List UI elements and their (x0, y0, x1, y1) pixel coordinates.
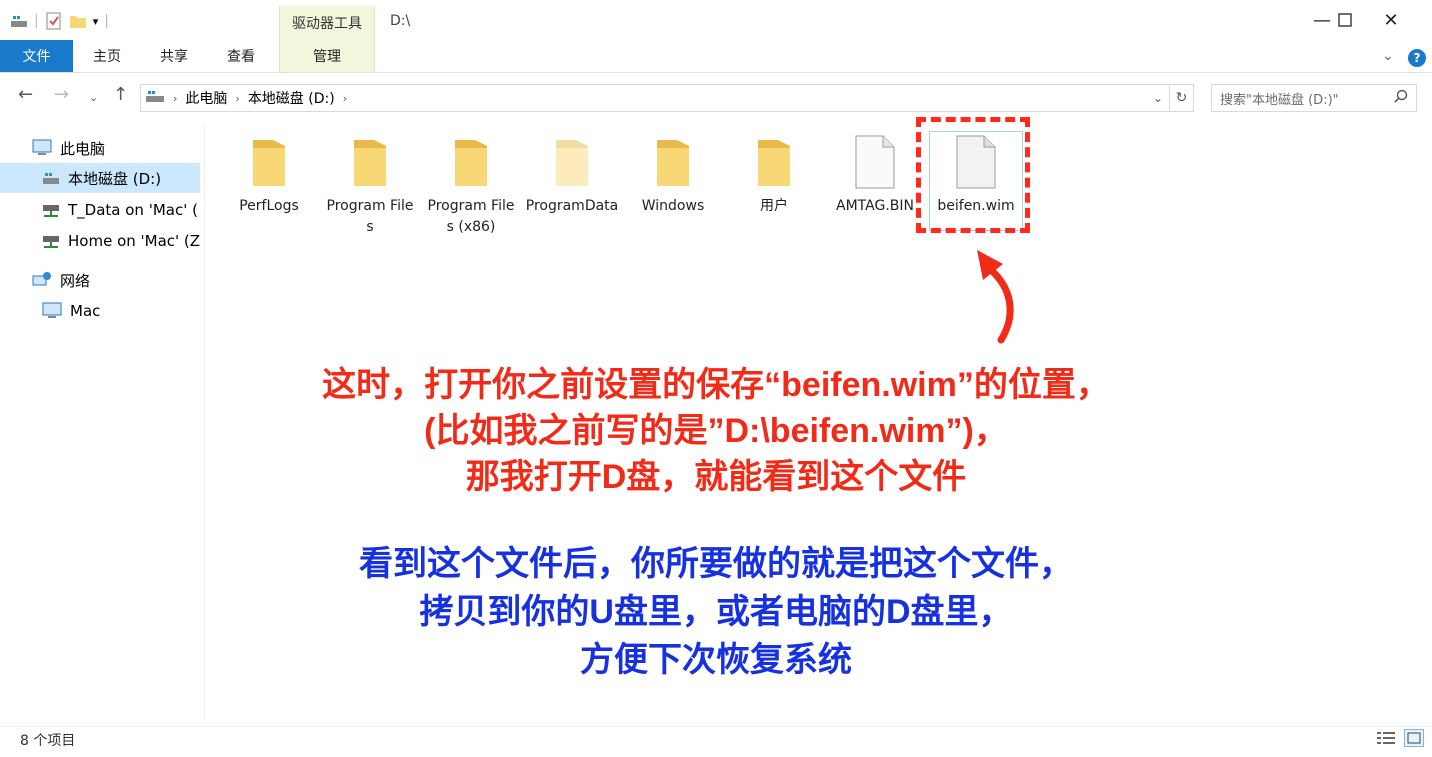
file-label: PerfLogs (239, 198, 299, 214)
annotation-blue-line-2: 拷贝到你的U盘里，或者电脑的D盘里， (419, 593, 1013, 631)
address-bar[interactable]: › 此电脑 › 本地磁盘 (D:) › ⌄ (140, 84, 1170, 112)
annotation-highlight-box (916, 117, 1030, 233)
tab-home[interactable]: 主页 (78, 40, 136, 72)
nav-label: 此电脑 (60, 139, 106, 158)
maximize-button[interactable] (1322, 0, 1368, 40)
folder-icon (354, 140, 386, 186)
file-label: ProgramData (525, 198, 619, 214)
item-count: 8 个项目 (20, 733, 76, 749)
file-item-program-files[interactable]: Program Files (323, 128, 417, 238)
address-dropdown-icon[interactable]: ⌄ (1153, 91, 1163, 105)
file-label: 用户 (760, 198, 788, 214)
separator: | (34, 13, 39, 29)
file-item-perflogs[interactable]: PerfLogs (222, 128, 316, 217)
folder-icon (657, 140, 689, 186)
breadcrumb-this-pc[interactable]: 此电脑 (185, 88, 227, 108)
annotation-blue-line-1: 看到这个文件后，你所要做的就是把这个文件， (359, 545, 1073, 583)
file-label: Windows (641, 198, 705, 214)
file-label: Program Files (x86) (427, 198, 515, 235)
network-icon (32, 272, 51, 286)
breadcrumb-separator-icon[interactable]: › (235, 92, 239, 105)
folder-icon (758, 140, 790, 186)
up-arrow-icon[interactable]: ↑ (113, 84, 128, 105)
search-placeholder: 搜索"本地磁盘 (D:)" (1220, 92, 1339, 108)
file-label: AMTAG.BIN (836, 198, 914, 214)
customize-dropdown-icon[interactable]: ▾ (93, 15, 99, 28)
breadcrumb-local-disk[interactable]: 本地磁盘 (D:) (248, 88, 335, 108)
drive-tools-header: 驱动器工具 (279, 6, 375, 40)
large-icons-view-icon[interactable] (1404, 729, 1424, 747)
expand-ribbon-icon[interactable]: ⌄ (1382, 48, 1394, 64)
properties-icon[interactable] (45, 12, 63, 30)
drive-icon (43, 173, 59, 184)
search-icon (1394, 89, 1408, 107)
nav-label: Home on 'Mac' (Z (68, 232, 201, 250)
tab-manage[interactable]: 管理 (279, 40, 375, 72)
separator: | (104, 13, 109, 29)
hidden-folder-icon (556, 140, 588, 186)
file-item-programdata[interactable]: ProgramData (525, 128, 619, 217)
computer-icon (32, 139, 52, 155)
back-arrow-icon[interactable]: ← (18, 84, 33, 105)
status-bar (0, 726, 1432, 757)
network-drive-icon (43, 236, 59, 248)
file-item-windows[interactable]: Windows (626, 128, 720, 217)
annotation-red-line-1: 这时，打开你之前设置的保存“beifen.wim”的位置， (322, 366, 1110, 404)
quick-access-toolbar: | ▾ | (10, 8, 109, 34)
title-bar (0, 0, 1432, 40)
file-item-program-files-x86[interactable]: Program Files (x86) (424, 128, 518, 238)
new-folder-icon[interactable] (69, 12, 87, 30)
computer-icon (42, 302, 62, 318)
annotation-red-line-3: 那我打开D盘，就能看到这个文件 (465, 458, 967, 496)
nav-item-mac[interactable]: Mac (42, 296, 202, 326)
file-label: Program Files (326, 198, 414, 235)
nav-item-t-data[interactable]: T_Data on 'Mac' ( (42, 195, 202, 225)
help-icon[interactable]: ? (1408, 49, 1426, 67)
drive-icon[interactable] (10, 12, 28, 30)
close-button[interactable]: ✕ (1368, 0, 1414, 40)
nav-label: Mac (70, 302, 101, 320)
breadcrumb-separator-icon[interactable]: › (343, 92, 347, 105)
network-drive-icon (43, 205, 59, 217)
nav-label: 本地磁盘 (D:) (68, 169, 162, 188)
file-item-users[interactable]: 用户 (727, 128, 821, 217)
drive-icon (145, 88, 165, 108)
file-icon (855, 135, 895, 189)
nav-item-network[interactable]: 网络 (32, 265, 202, 295)
nav-item-home[interactable]: Home on 'Mac' (Z (42, 226, 202, 256)
annotation-arrow-icon (977, 250, 1014, 344)
nav-item-this-pc[interactable]: 此电脑 (32, 133, 202, 163)
tab-file[interactable]: 文件 (0, 40, 73, 72)
folder-icon (253, 140, 285, 186)
recent-locations-icon[interactable]: ⌄ (89, 91, 98, 104)
breadcrumb-separator-icon[interactable]: › (173, 92, 177, 105)
nav-item-local-disk[interactable]: 本地磁盘 (D:) (0, 163, 200, 193)
search-input[interactable]: 搜索"本地磁盘 (D:)" (1211, 84, 1417, 112)
file-item-amtag-bin[interactable]: AMTAG.BIN (828, 128, 922, 217)
tab-view[interactable]: 查看 (212, 40, 270, 72)
folder-icon (455, 140, 487, 186)
annotation-red-line-2: (比如我之前写的是”D:\beifen.wim”)， (424, 412, 1008, 450)
nav-label: 网络 (60, 271, 91, 290)
forward-arrow-icon[interactable]: → (54, 84, 69, 105)
annotation-blue-line-3: 方便下次恢复系统 (580, 641, 852, 679)
window-title: D:\ (390, 13, 411, 29)
refresh-icon[interactable]: ↻ (1170, 84, 1194, 112)
details-view-icon[interactable] (1376, 730, 1396, 750)
nav-label: T_Data on 'Mac' ( (68, 201, 198, 219)
tab-share[interactable]: 共享 (145, 40, 203, 72)
